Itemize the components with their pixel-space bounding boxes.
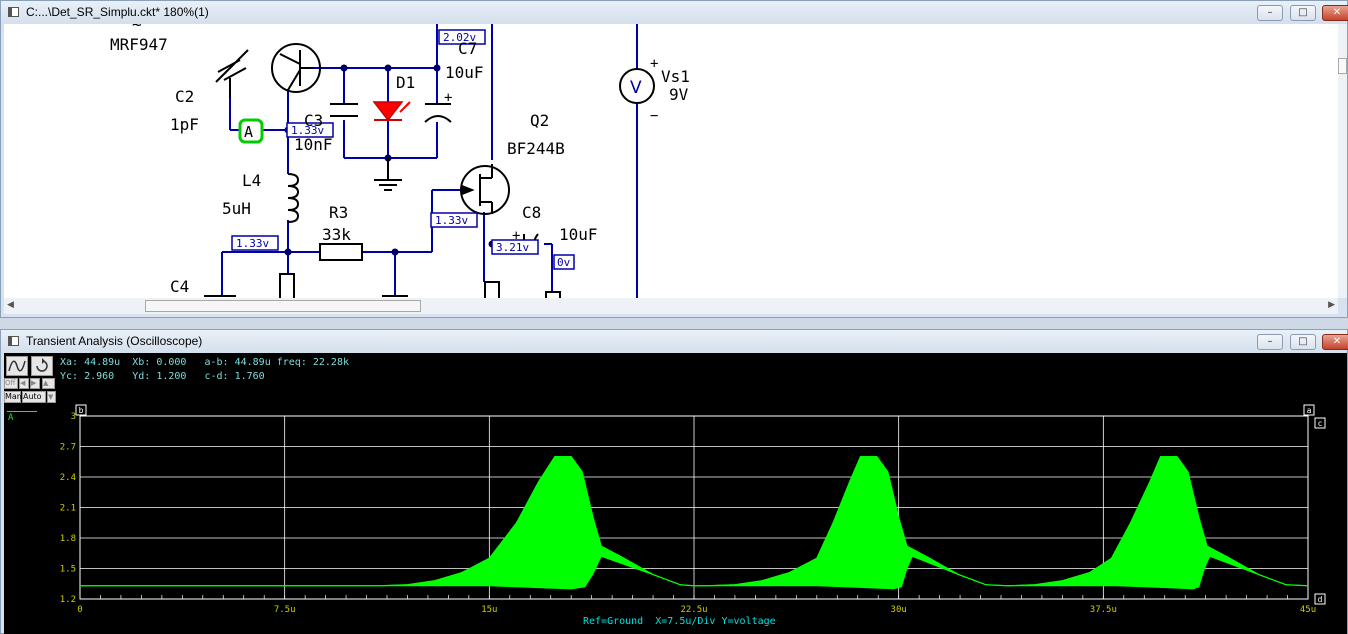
x-tick-label: 7.5u	[274, 605, 296, 615]
cursor-a-label: a	[1307, 406, 1312, 415]
y-tick-label: 2.1	[60, 504, 76, 514]
label-c8-value: 10uF	[559, 225, 598, 244]
y-tick-label: 1.5	[60, 565, 76, 575]
probe-a-label: A	[244, 123, 253, 141]
component-labels: ~ MRF947 C2 1pF C3 10nF D1 C7 10uF + Q2 …	[110, 24, 690, 296]
jfet-q2-symbol[interactable]	[460, 164, 510, 215]
ground-symbol	[374, 158, 402, 191]
vertical-scrollbar[interactable]	[1338, 24, 1347, 298]
resistor-r3-symbol[interactable]	[319, 243, 363, 261]
oscilloscope-panel[interactable]: Off ◀ ▶ ▲ Man Auto ▼ Xa: 44.89u Xb: 0.00…	[4, 353, 1347, 634]
label-c4: C4	[170, 277, 189, 296]
capacitor-c7-symbol[interactable]	[424, 103, 452, 123]
bottom-stubs	[204, 273, 561, 298]
voltage-source-vs1-symbol[interactable]: V + −	[619, 56, 658, 124]
label-c8: C8	[522, 203, 541, 222]
label-d1: D1	[396, 73, 415, 92]
y-tick-label: 1.8	[60, 534, 76, 544]
label-r3-value: 33k	[322, 225, 351, 244]
led-d1-symbol[interactable]	[372, 101, 411, 122]
tag-0v: 0v	[557, 256, 571, 269]
x-tick-label: 37.5u	[1090, 605, 1117, 615]
transistor-mrf947-symbol[interactable]	[271, 43, 321, 93]
label-l4-value: 5uH	[222, 199, 251, 218]
tag-1v33-b: 1.33v	[435, 214, 468, 227]
vs1-symbol-letter: V	[630, 78, 642, 98]
cursor-d-label: d	[1318, 595, 1323, 604]
label-c7: C7	[458, 39, 477, 58]
cursor-b-label: b	[79, 406, 84, 415]
vertical-scroll-thumb[interactable]	[1338, 58, 1347, 74]
x-tick-label: 45u	[1300, 605, 1316, 615]
label-c3: C3	[304, 111, 323, 130]
close-button[interactable]: ✕	[1322, 5, 1348, 21]
scroll-right-icon[interactable]: ▶	[1328, 300, 1335, 310]
close-button[interactable]: ✕	[1322, 334, 1348, 350]
horizontal-scrollbar[interactable]: ◀ ▶	[4, 298, 1338, 314]
label-vs1: Vs1	[661, 67, 690, 86]
label-c2-value: 1pF	[170, 115, 199, 134]
scope-title: Transient Analysis (Oscilloscope)	[26, 334, 203, 348]
maximize-button[interactable]: □	[1290, 334, 1316, 350]
schematic-canvas[interactable]: V + − A 2.02v 1.33v 1.33v 1.33v 3.21v 0v…	[4, 24, 1338, 298]
x-tick-label: 30u	[891, 605, 907, 615]
label-mrf947: MRF947	[110, 35, 168, 54]
y-tick-label: 3	[71, 412, 76, 422]
schematic-titlebar[interactable]: C:...\Det_SR_Simplu.ckt* 180%(1) – □ ✕	[1, 1, 1348, 25]
maximize-button[interactable]: □	[1290, 5, 1316, 21]
minimize-button[interactable]: –	[1257, 5, 1283, 21]
c7-plus-sign: +	[444, 90, 452, 106]
c8-plus-sign: +	[512, 228, 520, 244]
scope-titlebar[interactable]: Transient Analysis (Oscilloscope) – □ ✕	[1, 330, 1348, 354]
vs1-plus-sign: +	[650, 56, 658, 72]
label-c3-value: 10nF	[294, 135, 333, 154]
window-icon	[8, 336, 19, 346]
schematic-title: C:...\Det_SR_Simplu.ckt* 180%(1)	[26, 5, 209, 19]
x-tick-label: 15u	[481, 605, 497, 615]
x-tick-label: 22.5u	[680, 605, 707, 615]
label-c7-value: 10uF	[445, 63, 484, 82]
label-vs1-value: 9V	[669, 85, 689, 104]
minimize-button[interactable]: –	[1257, 334, 1283, 350]
capacitor-c2-symbol[interactable]	[215, 49, 249, 98]
y-tick-label: 2.4	[60, 473, 76, 483]
label-q2: Q2	[530, 111, 549, 130]
label-q2-model: BF244B	[507, 139, 565, 158]
transient-plot[interactable]: 0 7.5u 15u 22.5u 30u 37.5u 45u 1.2 1.5 1.8 2.1 2.4 2…	[4, 353, 1347, 634]
capacitor-c3-symbol[interactable]	[330, 103, 358, 117]
vs1-minus-sign: −	[650, 108, 658, 124]
label-l4: L4	[242, 171, 261, 190]
scroll-left-icon[interactable]: ◀	[7, 300, 14, 310]
tag-1v33-c: 1.33v	[236, 237, 269, 250]
tilde-mark: ~	[132, 24, 142, 34]
label-c2: C2	[175, 87, 194, 106]
inductor-l4-symbol[interactable]	[287, 173, 300, 223]
scope-footer: Ref=Ground X=7.5u/Div Y=voltage	[583, 616, 776, 627]
y-tick-label: 2.7	[60, 443, 76, 453]
label-r3: R3	[329, 203, 348, 222]
y-tick-label: 1.2	[60, 595, 76, 605]
probe-a[interactable]: A	[238, 118, 264, 144]
cursor-c-label: c	[1318, 419, 1323, 428]
horizontal-scroll-thumb[interactable]	[145, 300, 421, 312]
window-icon	[8, 7, 19, 17]
x-tick-label: 0	[77, 605, 82, 615]
